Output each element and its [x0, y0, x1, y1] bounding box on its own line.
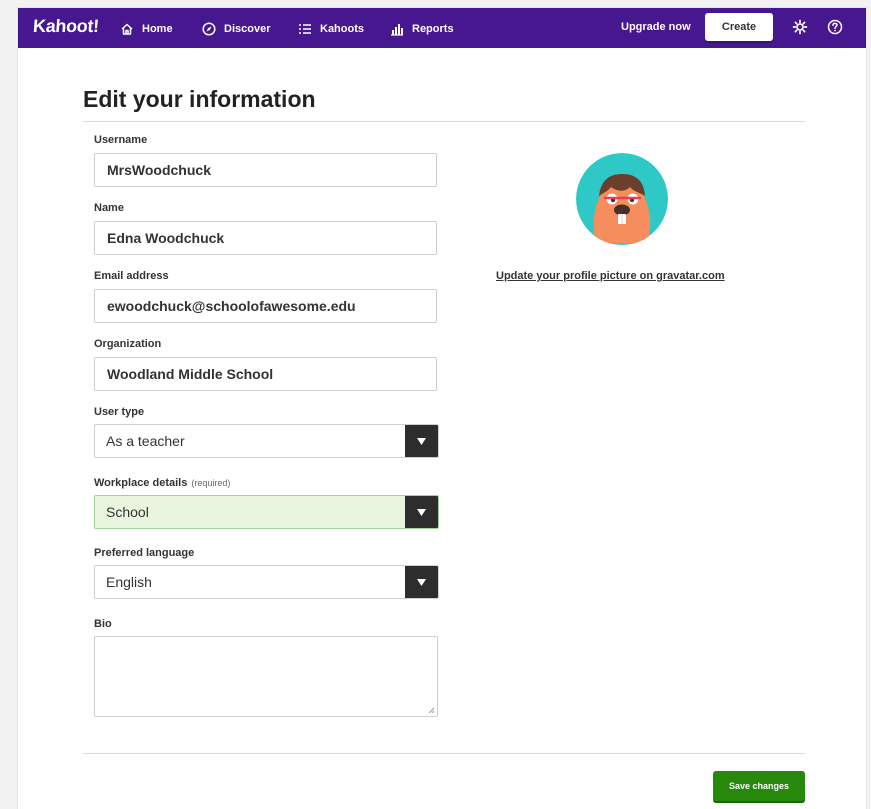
nav-discover-label: Discover: [224, 23, 271, 35]
workplace-value: School: [106, 504, 149, 520]
home-icon: [120, 22, 134, 36]
required-hint: (required): [191, 478, 231, 488]
name-field[interactable]: Edna Woodchuck: [94, 221, 437, 255]
workplace-label-text: Workplace details: [94, 477, 188, 489]
chevron-down-icon[interactable]: [405, 566, 438, 598]
nav-reports-label: Reports: [412, 23, 454, 35]
name-label: Name: [94, 202, 124, 214]
page-title: Edit your information: [83, 86, 316, 112]
language-select[interactable]: English: [94, 565, 439, 599]
email-label: Email address: [94, 270, 169, 282]
gravatar-link[interactable]: Update your profile picture on gravatar.…: [496, 270, 725, 282]
chevron-down-icon[interactable]: [405, 496, 438, 528]
avatar-woodchuck: [576, 153, 668, 245]
app-frame: Kahoot! Home Discover Kahoots Reports Up…: [18, 8, 866, 809]
organization-field[interactable]: Woodland Middle School: [94, 357, 437, 391]
language-value: English: [106, 574, 152, 590]
nav-reports[interactable]: Reports: [390, 20, 454, 38]
workplace-label: Workplace details (required): [94, 477, 230, 489]
user-type-label: User type: [94, 406, 145, 418]
nav-kahoots[interactable]: Kahoots: [298, 20, 364, 38]
nav-home[interactable]: Home: [120, 20, 173, 38]
list-icon: [298, 22, 312, 36]
upgrade-now-link[interactable]: Upgrade now: [621, 21, 691, 33]
nav-discover[interactable]: Discover: [202, 20, 270, 38]
user-type-select[interactable]: As a teacher: [94, 424, 439, 458]
chevron-down-icon[interactable]: [405, 425, 438, 457]
organization-label: Organization: [94, 338, 162, 350]
gear-icon[interactable]: [792, 19, 808, 35]
resize-handle-icon[interactable]: [428, 707, 434, 713]
nav-home-label: Home: [142, 23, 173, 35]
username-label: Username: [94, 134, 148, 146]
top-navigation-bar: Kahoot! Home Discover Kahoots Reports Up…: [18, 8, 866, 48]
title-divider: [83, 121, 805, 122]
nav-kahoots-label: Kahoots: [320, 23, 364, 35]
email-field[interactable]: ewoodchuck@schoolofawesome.edu: [94, 289, 437, 323]
username-field[interactable]: MrsWoodchuck: [94, 153, 437, 187]
bar-chart-icon: [390, 22, 404, 36]
save-changes-button[interactable]: Save changes: [713, 771, 805, 801]
bio-label: Bio: [94, 618, 112, 630]
language-label: Preferred language: [94, 547, 195, 559]
bio-textarea[interactable]: [94, 636, 438, 717]
workplace-select[interactable]: School: [94, 495, 439, 529]
kahoot-logo[interactable]: Kahoot!: [32, 16, 99, 37]
create-button[interactable]: Create: [705, 13, 773, 41]
question-icon[interactable]: [827, 19, 843, 35]
compass-icon: [202, 22, 216, 36]
bottom-divider: [83, 753, 805, 754]
user-type-value: As a teacher: [106, 433, 185, 449]
